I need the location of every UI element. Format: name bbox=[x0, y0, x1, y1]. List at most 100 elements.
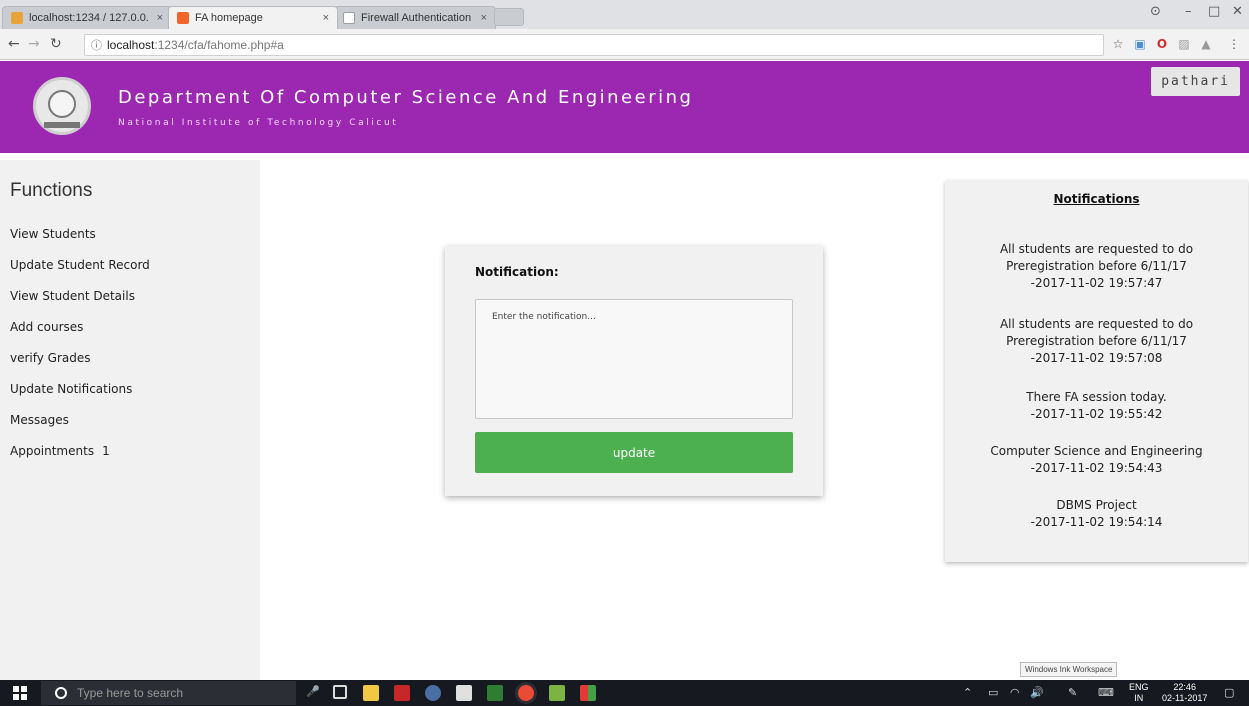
close-window-icon[interactable]: ✕ bbox=[1232, 4, 1243, 19]
info-icon[interactable]: ⓘ bbox=[91, 37, 102, 53]
tab-phpmyadmin[interactable]: localhost:1234 / 127.0.0. × bbox=[2, 6, 172, 29]
tab-firewall-auth[interactable]: Firewall Authentication K × bbox=[334, 6, 496, 29]
sidebar-item-view-students[interactable]: View Students bbox=[10, 227, 96, 241]
notification-label: Notification: bbox=[475, 265, 559, 279]
nit-logo-icon bbox=[33, 77, 91, 135]
clock-time: 22:46 bbox=[1173, 682, 1196, 692]
institute-subtitle: National Institute of Technology Calicut bbox=[118, 118, 399, 128]
maximize-icon[interactable]: □ bbox=[1208, 4, 1220, 19]
language-code: ENG bbox=[1129, 682, 1149, 692]
notification-line: All students are requested to do bbox=[999, 317, 1194, 331]
page-header: Department Of Computer Science And Engin… bbox=[0, 61, 1249, 153]
tab-title: localhost:1234 / 127.0.0. bbox=[29, 12, 149, 24]
sidebar-item-appointments[interactable]: Appointments 1 bbox=[10, 444, 110, 458]
tab-title: FA homepage bbox=[195, 12, 263, 24]
input-language[interactable]: ENG IN bbox=[1129, 682, 1149, 704]
sidebar-item-verify-grades[interactable]: verify Grades bbox=[10, 351, 91, 365]
opera-extension-icon[interactable]: O bbox=[1154, 36, 1170, 52]
url-host: localhost bbox=[107, 38, 155, 52]
address-bar[interactable]: ⓘ localhost:1234/cfa/fahome.php#a bbox=[84, 34, 1104, 56]
profile-icon[interactable]: ⊙ bbox=[1150, 4, 1161, 19]
page-favicon-icon bbox=[343, 12, 355, 24]
functions-sidebar: Functions View Students Update Student R… bbox=[0, 160, 260, 680]
notification-item: Computer Science and Engineering -2017-1… bbox=[945, 443, 1248, 477]
reload-icon[interactable]: ↻ bbox=[50, 36, 62, 52]
bookmark-star-icon[interactable]: ☆ bbox=[1110, 36, 1126, 52]
tab-title: Firewall Authentication K bbox=[361, 12, 475, 24]
sidebar-item-view-student-details[interactable]: View Student Details bbox=[10, 289, 135, 303]
taskbar-search-placeholder: Type here to search bbox=[77, 686, 184, 700]
notification-line: All students are requested to do bbox=[999, 242, 1194, 256]
cast-icon[interactable]: ▣ bbox=[1132, 36, 1148, 52]
notification-timestamp: -2017-11-02 19:54:14 bbox=[1030, 515, 1163, 529]
department-title: Department Of Computer Science And Engin… bbox=[118, 87, 694, 108]
update-button[interactable]: update bbox=[475, 432, 793, 473]
notifications-title: Notifications bbox=[1053, 192, 1140, 206]
app-icon[interactable] bbox=[487, 685, 503, 701]
taskbar-search-box[interactable]: Type here to search bbox=[41, 681, 296, 705]
action-center-icon[interactable]: ▢ bbox=[1224, 686, 1234, 699]
fa-favicon-icon bbox=[177, 12, 189, 24]
drive-extension-icon[interactable]: ▲ bbox=[1198, 36, 1214, 52]
close-tab-icon[interactable]: × bbox=[481, 12, 487, 24]
sidebar-item-messages[interactable]: Messages bbox=[10, 413, 69, 427]
browser-tab-strip: localhost:1234 / 127.0.0. × FA homepage … bbox=[0, 0, 1249, 29]
taskbar-clock[interactable]: 22:46 02-11-2017 bbox=[1162, 682, 1207, 704]
notifications-panel: Notifications All students are requested… bbox=[945, 180, 1248, 562]
appointments-count-badge: 1 bbox=[102, 444, 110, 458]
sidebar-item-label: Appointments bbox=[10, 444, 95, 458]
windows-ink-tooltip: Windows Ink Workspace bbox=[1020, 662, 1118, 677]
clock-date: 02-11-2017 bbox=[1162, 693, 1208, 703]
windows-start-icon[interactable] bbox=[13, 686, 28, 701]
notification-timestamp: -2017-11-02 19:57:08 bbox=[1030, 351, 1163, 365]
tab-fa-homepage[interactable]: FA homepage × bbox=[168, 6, 338, 29]
forward-icon[interactable]: → bbox=[28, 36, 40, 52]
notification-item: There FA session today. -2017-11-02 19:5… bbox=[945, 389, 1248, 423]
volume-icon[interactable]: 🔊 bbox=[1030, 686, 1044, 699]
battery-icon[interactable]: ▭ bbox=[988, 686, 998, 699]
notification-input[interactable] bbox=[475, 299, 793, 419]
notification-form-card: Notification: update bbox=[445, 246, 823, 496]
notification-line: Computer Science and Engineering bbox=[990, 444, 1203, 458]
back-icon[interactable]: ← bbox=[8, 36, 20, 52]
file-explorer-icon[interactable] bbox=[363, 685, 379, 701]
app-icon[interactable] bbox=[580, 685, 596, 701]
app-icon[interactable] bbox=[549, 685, 565, 701]
notification-timestamp: -2017-11-02 19:57:47 bbox=[1030, 276, 1163, 290]
sidebar-item-update-student-record[interactable]: Update Student Record bbox=[10, 258, 150, 272]
media-app-icon[interactable] bbox=[425, 685, 441, 701]
browser-toolbar: ← → ↻ ⓘ localhost:1234/cfa/fahome.php#a … bbox=[0, 29, 1249, 60]
wifi-icon[interactable]: ◠ bbox=[1010, 686, 1020, 699]
menu-kebab-icon[interactable]: ⋮ bbox=[1226, 36, 1242, 52]
notification-line: There FA session today. bbox=[1026, 390, 1167, 404]
mcafee-icon[interactable] bbox=[394, 685, 410, 701]
windows-ink-icon[interactable]: ✎ bbox=[1068, 686, 1077, 699]
show-hidden-icons-icon[interactable]: ⌃ bbox=[963, 686, 972, 699]
notification-timestamp: -2017-11-02 19:55:42 bbox=[1030, 407, 1163, 421]
notification-line: DBMS Project bbox=[1056, 498, 1137, 512]
sidebar-item-update-notifications[interactable]: Update Notifications bbox=[10, 382, 132, 396]
url-path: :1234/cfa/fahome.php#a bbox=[154, 38, 284, 52]
minimize-icon[interactable]: – bbox=[1185, 4, 1192, 19]
phpmyadmin-favicon-icon bbox=[11, 12, 23, 24]
sidebar-title: Functions bbox=[10, 180, 93, 201]
microphone-icon[interactable]: 🎤 bbox=[306, 685, 320, 698]
task-view-icon[interactable] bbox=[333, 685, 347, 699]
region-code: IN bbox=[1134, 693, 1144, 703]
close-tab-icon[interactable]: × bbox=[157, 12, 163, 24]
notification-timestamp: -2017-11-02 19:54:43 bbox=[1030, 461, 1163, 475]
notification-item: All students are requested to do Preregi… bbox=[945, 241, 1248, 292]
user-account-button[interactable]: pathari bbox=[1151, 67, 1240, 96]
keyboard-icon[interactable]: ⌨ bbox=[1098, 686, 1114, 699]
close-tab-icon[interactable]: × bbox=[323, 12, 329, 24]
new-tab-button[interactable] bbox=[494, 8, 524, 26]
notification-item: DBMS Project -2017-11-02 19:54:14 bbox=[945, 497, 1248, 531]
extension-icon[interactable]: ▨ bbox=[1176, 36, 1192, 52]
notification-item: All students are requested to do Preregi… bbox=[945, 316, 1248, 367]
store-icon[interactable] bbox=[456, 685, 472, 701]
notification-line: Preregistration before 6/11/17 bbox=[1006, 334, 1187, 348]
chrome-icon[interactable] bbox=[518, 685, 534, 701]
sidebar-item-add-courses[interactable]: Add courses bbox=[10, 320, 83, 334]
windows-taskbar: Type here to search 🎤 ⌃ ▭ ◠ 🔊 ✎ ⌨ ENG IN… bbox=[0, 680, 1249, 706]
notification-line: Preregistration before 6/11/17 bbox=[1006, 259, 1187, 273]
